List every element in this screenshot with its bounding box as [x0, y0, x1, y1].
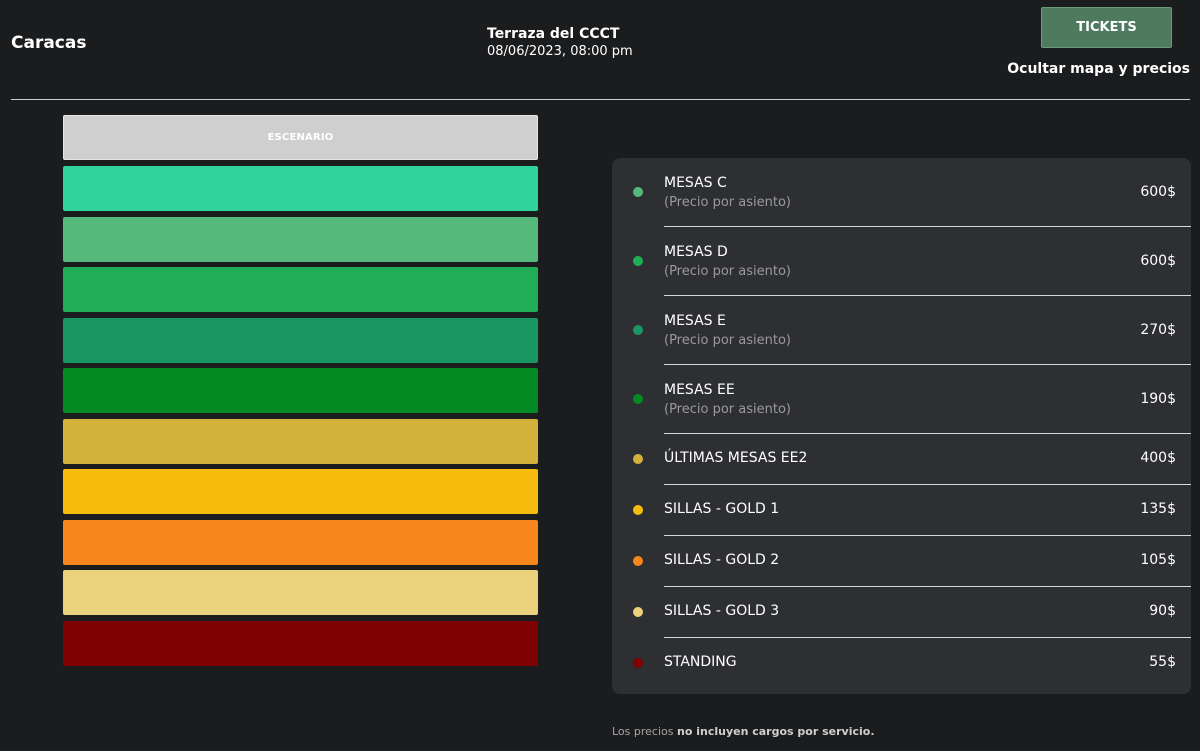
zone-name: MESAS E [664, 313, 726, 329]
zone-color-dot-icon [633, 256, 643, 266]
zone-list [63, 166, 538, 666]
event-info: Terraza del CCCT 08/06/2023, 08:00 pm [487, 26, 633, 60]
zone-name: SILLAS - GOLD 2 [664, 552, 780, 568]
zone-color-dot-icon [633, 607, 643, 617]
disclaimer-text: Los precios [612, 725, 677, 738]
price-panel: MESAS C (Precio por asiento) 600$ MESAS D (P… [612, 158, 1191, 694]
map-zone[interactable] [63, 368, 538, 413]
price-row[interactable]: SILLAS - GOLD 1 135$ [612, 485, 1191, 536]
price-row[interactable]: MESAS D (Precio por asiento) 600$ [612, 227, 1191, 296]
zone-price: 90$ [1149, 603, 1176, 619]
zone-price-note: (Precio por asiento) [664, 195, 791, 210]
city-name: Caracas [11, 33, 87, 53]
zone-price: 600$ [1140, 184, 1176, 200]
zone-color-dot-icon [633, 658, 643, 668]
zone-price-note: (Precio por asiento) [664, 333, 791, 348]
zone-name: SILLAS - GOLD 3 [664, 603, 780, 619]
disclaimer-bold-text: no incluyen cargos por servicio. [677, 725, 875, 738]
stage: ESCENARIO [63, 115, 538, 160]
price-row[interactable]: MESAS C (Precio por asiento) 600$ [612, 158, 1191, 227]
price-row[interactable]: ÚLTIMAS MESAS EE2 400$ [612, 434, 1191, 485]
price-row[interactable]: MESAS EE (Precio por asiento) 190$ [612, 365, 1191, 434]
zone-color-dot-icon [633, 454, 643, 464]
zone-price: 400$ [1140, 450, 1176, 466]
zone-color-dot-icon [633, 556, 643, 566]
zone-color-dot-icon [633, 187, 643, 197]
map-zone[interactable] [63, 317, 538, 363]
map-zone[interactable] [63, 267, 538, 312]
price-disclaimer: Los precios no incluyen cargos por servi… [612, 725, 875, 738]
zone-name: MESAS EE [664, 382, 735, 398]
zone-price: 55$ [1149, 654, 1176, 670]
venue-name: Terraza del CCCT [487, 26, 620, 42]
price-row[interactable]: SILLAS - GOLD 2 105$ [612, 536, 1191, 587]
map-zone[interactable] [63, 620, 538, 666]
price-row[interactable]: SILLAS - GOLD 3 90$ [612, 587, 1191, 638]
zone-name: MESAS C [664, 175, 727, 191]
header-divider [11, 99, 1190, 100]
zone-price-note: (Precio por asiento) [664, 264, 791, 279]
map-zone[interactable] [63, 469, 538, 514]
venue-map: ESCENARIO [63, 115, 538, 671]
zone-color-dot-icon [633, 394, 643, 404]
zone-price: 135$ [1140, 501, 1176, 517]
event-datetime: 08/06/2023, 08:00 pm [487, 44, 633, 59]
zone-price: 105$ [1140, 552, 1176, 568]
zone-price: 190$ [1140, 391, 1176, 407]
map-zone[interactable] [63, 166, 538, 211]
hide-map-prices-link[interactable]: Ocultar mapa y precios [1007, 61, 1190, 77]
price-list: MESAS C (Precio por asiento) 600$ MESAS D (P… [612, 158, 1191, 689]
zone-color-dot-icon [633, 505, 643, 515]
zone-price-note: (Precio por asiento) [664, 402, 791, 417]
price-row[interactable]: MESAS E (Precio por asiento) 270$ [612, 296, 1191, 365]
tickets-button[interactable]: TICKETS [1041, 7, 1172, 48]
zone-name: SILLAS - GOLD 1 [664, 501, 780, 517]
zone-name: ÚLTIMAS MESAS EE2 [664, 450, 808, 466]
zone-price: 270$ [1140, 322, 1176, 338]
map-zone[interactable] [63, 216, 538, 262]
zone-name: MESAS D [664, 244, 728, 260]
zone-color-dot-icon [633, 325, 643, 335]
map-zone[interactable] [63, 519, 538, 565]
map-zone[interactable] [63, 418, 538, 464]
price-row[interactable]: STANDING 55$ [612, 638, 1191, 689]
zone-name: STANDING [664, 654, 737, 670]
map-zone[interactable] [63, 570, 538, 615]
header: Caracas Terraza del CCCT 08/06/2023, 08:… [0, 0, 1200, 100]
zone-price: 600$ [1140, 253, 1176, 269]
